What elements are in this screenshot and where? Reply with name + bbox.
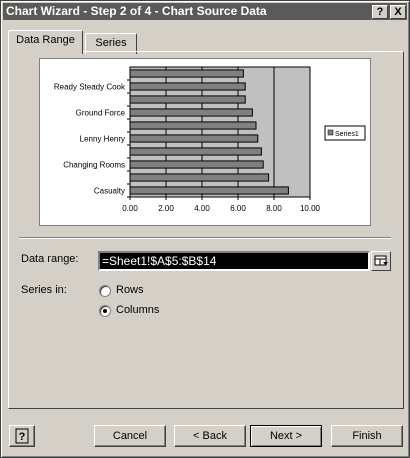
tab-panel [8,51,404,409]
cancel-button[interactable]: Cancel [94,425,166,447]
next-button[interactable]: Next > [250,425,322,447]
title-help-button[interactable]: ? [372,5,388,19]
window-title: Chart Wizard - Step 2 of 4 - Chart Sourc… [6,4,267,18]
title-bar: Chart Wizard - Step 2 of 4 - Chart Sourc… [3,3,407,20]
help-button[interactable]: ? [9,425,35,447]
tab-data-range[interactable]: Data Range [8,30,83,54]
chart-wizard-dialog: Chart Wizard - Step 2 of 4 - Chart Sourc… [0,0,410,458]
svg-text:?: ? [19,431,26,443]
finish-button[interactable]: Finish [331,425,403,447]
close-button[interactable]: X [390,5,406,19]
help-icon: ? [15,428,29,444]
back-button[interactable]: < Back [174,425,246,447]
